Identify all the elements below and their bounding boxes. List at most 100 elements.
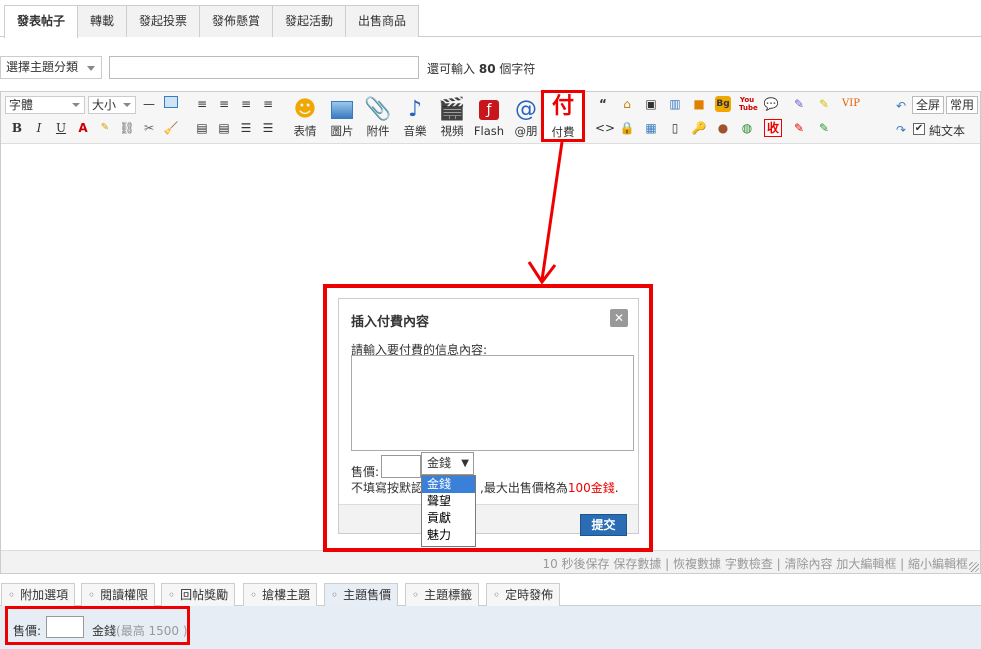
bg-icon[interactable]: Bg (715, 96, 731, 112)
tab-label: 定時發佈 (505, 588, 554, 602)
plain-text-checkbox[interactable]: ✔ (913, 123, 925, 135)
annotation-arrow (527, 142, 564, 285)
font-size-value: 大小 (92, 98, 117, 112)
italic-icon[interactable]: I (31, 120, 47, 136)
mention-button[interactable]: @ @朋 (508, 96, 544, 138)
font-color-icon[interactable]: A (75, 120, 91, 136)
tab-additional-options[interactable]: ◦ 附加選項 (1, 583, 76, 607)
red-pen-icon[interactable]: ✎ (791, 120, 807, 136)
tab-post-reward[interactable]: 發佈懸賞 (199, 5, 274, 37)
fullscreen-button[interactable]: 全屏 (912, 96, 945, 114)
free-tag-icon[interactable]: ⌂ (619, 96, 635, 112)
pay-content-button[interactable]: 付 付費 (541, 90, 585, 142)
tab-read-permission[interactable]: ◦ 閱讀權限 (81, 583, 156, 607)
password-icon[interactable]: ▦ (643, 120, 659, 136)
tab-start-poll[interactable]: 發起投票 (126, 5, 201, 37)
currency-option[interactable]: 魅力 (422, 527, 475, 544)
currency-select[interactable]: 金錢 ▼ (421, 452, 474, 475)
currency-option[interactable]: 金錢 (422, 476, 475, 493)
editor-toolbar: 字體 大小 — B I U A ✎ ⛓ ✂ 🧹 ≡ ≡ ≡ ≡ ▤ ▤ ☰ ☰ … (1, 92, 980, 144)
green-pen-icon[interactable]: ✎ (816, 120, 832, 136)
currency-option[interactable]: 聲望 (422, 493, 475, 510)
post-type-tabs: 發表帖子 轉載 發起投票 發佈懸賞 發起活動 出售商品 (0, 0, 981, 38)
tab-scheduled-publish[interactable]: ◦ 定時發佈 (486, 583, 561, 607)
bg-label: Bg (716, 99, 730, 109)
topic-price-currency: 金錢 (92, 624, 117, 638)
attachment-button[interactable]: 📎 附件 (360, 96, 396, 138)
bullet-icon: ◦ (331, 588, 339, 602)
emoji-button[interactable]: ☻ 表情 (287, 96, 323, 138)
close-icon[interactable]: ✕ (610, 309, 628, 327)
index-icon[interactable]: ▥ (667, 96, 683, 112)
lock-icon[interactable]: 🔒 (619, 120, 635, 136)
quote-icon[interactable]: “ (595, 96, 611, 112)
align-left-icon[interactable]: ≡ (194, 96, 210, 112)
submit-button[interactable]: 提交 (580, 514, 627, 536)
link-icon[interactable]: ⛓ (119, 120, 135, 136)
magic-key-icon[interactable]: 🔑 (691, 120, 707, 136)
smiley-icon: ☻ (293, 97, 317, 122)
comment-bubble-icon[interactable]: 💬 (763, 96, 779, 112)
tab-new-post[interactable]: 發表帖子 (4, 5, 79, 38)
yellow-pen-icon[interactable]: ✎ (816, 96, 832, 112)
currency-option[interactable]: 貢獻 (422, 510, 475, 527)
float-left-icon[interactable]: ▤ (194, 120, 210, 136)
font-family-select[interactable]: 字體 (5, 96, 85, 114)
tab-topic-price[interactable]: ◦ 主題售價 (324, 583, 399, 607)
table-icon[interactable] (163, 96, 179, 112)
redo-icon[interactable]: ↷ (893, 122, 909, 138)
underline-icon[interactable]: U (53, 120, 69, 136)
tab-repost[interactable]: 轉載 (77, 5, 128, 37)
hide-content-icon[interactable]: ▣ (643, 96, 659, 112)
hint-suffix: . (614, 481, 619, 495)
globe-icon[interactable]: ◍ (739, 120, 755, 136)
tab-start-activity[interactable]: 發起活動 (272, 5, 347, 37)
image-button[interactable]: 圖片 (324, 96, 360, 138)
vip-icon[interactable]: VIP (839, 96, 863, 112)
resize-handle[interactable] (969, 562, 979, 572)
paid-content-textarea[interactable] (351, 355, 634, 451)
flash-button[interactable]: ƒ Flash (471, 96, 507, 138)
tab-topic-tags[interactable]: ◦ 主題標籤 (405, 583, 480, 607)
clear-format-icon[interactable]: 🧹 (163, 120, 179, 136)
slideshow-icon[interactable]: ■ (691, 96, 707, 112)
common-button[interactable]: 常用 (946, 96, 979, 114)
font-size-select[interactable]: 大小 (88, 96, 136, 114)
float-right-icon[interactable]: ▤ (216, 120, 232, 136)
topic-price-label: 售價: (13, 624, 42, 638)
dialog-title: 插入付費內容 (351, 315, 430, 330)
purple-pen-icon[interactable]: ✎ (791, 96, 807, 112)
editor-footer-links[interactable]: 10 秒後保存 保存數據 | 恢複數據 字數檢查 | 清除內容 加大編輯框 | … (542, 555, 968, 572)
undo-icon[interactable]: ↶ (893, 98, 909, 114)
ordered-list-icon[interactable]: ☰ (238, 120, 254, 136)
align-justify-icon[interactable]: ≡ (260, 96, 276, 112)
youtube-icon[interactable]: You Tube (739, 96, 758, 112)
tab-sell-product[interactable]: 出售商品 (345, 5, 420, 37)
hint-max-price: 100金錢 (567, 481, 615, 495)
horizontal-rule-icon[interactable]: — (141, 96, 157, 112)
receive-icon[interactable]: 收 (764, 119, 782, 137)
price-input[interactable] (381, 455, 421, 478)
tab-floor-grab[interactable]: ◦ 搶樓主題 (243, 583, 318, 607)
align-right-icon[interactable]: ≡ (238, 96, 254, 112)
char-hint-suffix: 個字符 (499, 62, 536, 76)
tab-reply-reward[interactable]: ◦ 回帖獎勵 (161, 583, 236, 607)
video-button[interactable]: 🎬 視頻 (434, 96, 470, 138)
unordered-list-icon[interactable]: ☰ (260, 120, 276, 136)
price-label: 售價: (351, 465, 380, 479)
topic-price-input[interactable] (46, 616, 84, 638)
subject-input[interactable] (109, 56, 419, 79)
align-center-icon[interactable]: ≡ (216, 96, 232, 112)
unlink-icon[interactable]: ✂ (141, 120, 157, 136)
insert-paid-content-dialog: 插入付費內容 ✕ 請輸入要付費的信息內容: 售價: 金錢 ▼ 不填寫按默認 ,最大… (338, 298, 639, 547)
dice-icon[interactable]: ● (715, 120, 731, 136)
page-break-icon[interactable]: ▯ (667, 120, 683, 136)
video-label: 視頻 (440, 124, 464, 138)
music-button[interactable]: ♪ 音樂 (397, 96, 433, 138)
bold-icon[interactable]: B (9, 120, 25, 136)
tab-label: 回帖獎勵 (180, 588, 229, 602)
tab-label: 閱讀權限 (100, 588, 149, 602)
spellcheck-icon[interactable]: ✎ (97, 120, 113, 136)
code-icon[interactable]: <> (595, 120, 615, 136)
topic-category-select[interactable]: 選擇主題分類 (0, 56, 102, 79)
